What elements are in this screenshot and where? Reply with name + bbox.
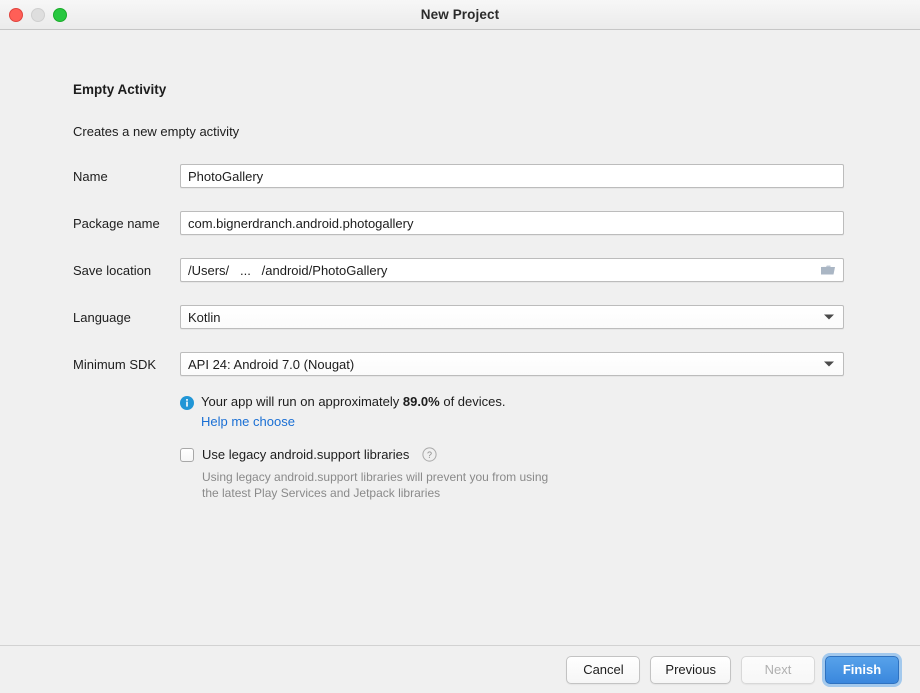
new-project-dialog: New Project Empty Activity Creates a new… <box>0 0 920 693</box>
form-row-save-location: Save location /Users/ ... /android/Photo… <box>73 257 844 283</box>
coverage-text-after: of devices. <box>439 394 506 409</box>
close-window-icon[interactable] <box>9 7 23 22</box>
legacy-libraries-row: Use legacy android.support libraries ? <box>180 447 437 462</box>
device-coverage-info: Your app will run on approximately 89.0%… <box>180 394 506 429</box>
package-name-input-value: com.bignerdranch.android.photogallery <box>188 215 414 231</box>
package-name-label: Package name <box>73 215 160 231</box>
form-row-name: Name PhotoGallery <box>73 163 844 189</box>
form-row-minimum-sdk: Minimum SDK API 24: Android 7.0 (Nougat) <box>73 351 844 377</box>
coverage-percent: 89.0% <box>402 394 440 409</box>
device-coverage-text: Your app will run on approximately 89.0%… <box>201 394 506 410</box>
name-label: Name <box>73 168 108 184</box>
chevron-down-icon[interactable] <box>824 314 834 320</box>
use-legacy-libraries-checkbox[interactable] <box>180 447 194 462</box>
language-select[interactable]: Kotlin <box>180 305 844 329</box>
language-label: Language <box>73 309 131 325</box>
coverage-text-before: Your app will run on approximately <box>201 394 403 409</box>
chevron-down-icon[interactable] <box>824 361 834 367</box>
package-name-input[interactable]: com.bignerdranch.android.photogallery <box>180 211 844 235</box>
folder-icon[interactable] <box>820 264 836 277</box>
minimum-sdk-select-value: API 24: Android 7.0 (Nougat) <box>188 356 355 372</box>
form-row-package-name: Package name com.bignerdranch.android.ph… <box>73 210 844 236</box>
form-row-language: Language Kotlin <box>73 304 844 330</box>
window-title: New Project <box>420 7 500 22</box>
dialog-content: Empty Activity Creates a new empty activ… <box>0 30 920 645</box>
legacy-hint-line1: Using legacy android.support libraries w… <box>202 470 549 484</box>
template-description: Creates a new empty activity <box>73 124 240 139</box>
name-input-value: PhotoGallery <box>188 168 264 184</box>
window-titlebar: New Project <box>0 0 920 30</box>
cancel-button[interactable]: Cancel <box>566 655 641 684</box>
language-select-value: Kotlin <box>188 309 221 325</box>
svg-text:?: ? <box>427 450 432 460</box>
minimum-sdk-label: Minimum SDK <box>73 356 157 372</box>
minimize-window-icon[interactable] <box>31 7 45 22</box>
save-location-input[interactable]: /Users/ ... /android/PhotoGallery <box>180 258 844 282</box>
legacy-libraries-hint: Using legacy android.support libraries w… <box>202 469 602 501</box>
save-location-label: Save location <box>73 262 152 278</box>
save-location-input-value: /Users/ ... /android/PhotoGallery <box>188 262 388 278</box>
name-input[interactable]: PhotoGallery <box>180 164 844 188</box>
question-mark-icon[interactable]: ? <box>422 447 437 462</box>
traffic-lights <box>9 0 67 29</box>
previous-button[interactable]: Previous <box>650 655 731 684</box>
dialog-footer: Cancel Previous Next Finish <box>0 645 920 693</box>
template-title: Empty Activity <box>73 82 167 97</box>
info-icon <box>180 396 194 410</box>
use-legacy-libraries-label: Use legacy android.support libraries <box>202 447 410 462</box>
legacy-hint-line2: the latest Play Services and Jetpack lib… <box>202 486 441 500</box>
help-me-choose-link[interactable]: Help me choose <box>201 414 506 429</box>
next-button: Next <box>741 655 815 684</box>
minimum-sdk-select[interactable]: API 24: Android 7.0 (Nougat) <box>180 352 844 376</box>
zoom-window-icon[interactable] <box>53 7 67 22</box>
finish-button[interactable]: Finish <box>825 655 899 684</box>
